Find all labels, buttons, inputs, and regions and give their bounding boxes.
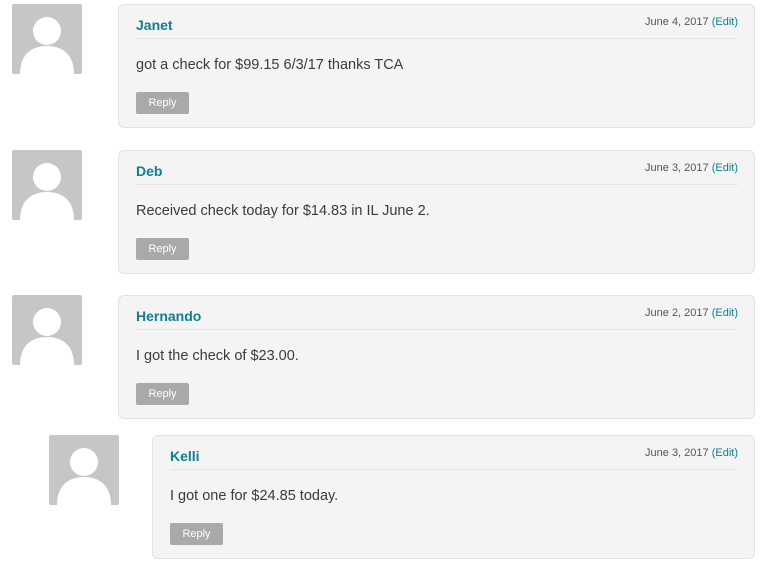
comment-date[interactable]: June 4, 2017 bbox=[645, 16, 709, 28]
comment-thread: Janet June 4, 2017 (Edit) got a check fo… bbox=[0, 0, 767, 567]
comment-meta: June 2, 2017 (Edit) bbox=[645, 307, 738, 319]
edit-link[interactable]: (Edit) bbox=[712, 447, 738, 459]
comment-text: I got one for $24.85 today. bbox=[170, 488, 339, 504]
edit-link[interactable]: (Edit) bbox=[712, 162, 738, 174]
comment-divider bbox=[170, 469, 738, 470]
edit-link[interactable]: (Edit) bbox=[712, 16, 738, 28]
reply-button[interactable]: Reply bbox=[136, 238, 189, 260]
reply-button[interactable]: Reply bbox=[136, 383, 189, 405]
comment-meta: June 3, 2017 (Edit) bbox=[645, 162, 738, 174]
comment-box: Kelli June 3, 2017 (Edit) I got one for … bbox=[152, 435, 755, 559]
comment-divider bbox=[136, 38, 738, 39]
default-avatar-icon bbox=[12, 150, 82, 220]
default-avatar-icon bbox=[12, 295, 82, 365]
reply-button[interactable]: Reply bbox=[136, 92, 189, 114]
comment-meta: June 4, 2017 (Edit) bbox=[645, 16, 738, 28]
comment-author-link[interactable]: Hernando bbox=[136, 308, 201, 324]
comment-box: Janet June 4, 2017 (Edit) got a check fo… bbox=[118, 4, 755, 128]
comment-text: Received check today for $14.83 in IL Ju… bbox=[136, 203, 430, 219]
comment-date[interactable]: June 2, 2017 bbox=[645, 307, 709, 319]
edit-link[interactable]: (Edit) bbox=[712, 307, 738, 319]
comment-text: I got the check of $23.00. bbox=[136, 348, 299, 364]
comment-divider bbox=[136, 329, 738, 330]
comment-author-link[interactable]: Kelli bbox=[170, 448, 200, 464]
comment-author-link[interactable]: Deb bbox=[136, 163, 162, 179]
comment-meta: June 3, 2017 (Edit) bbox=[645, 447, 738, 459]
comment-text: got a check for $99.15 6/3/17 thanks TCA bbox=[136, 57, 404, 73]
reply-button[interactable]: Reply bbox=[170, 523, 223, 545]
comment-date[interactable]: June 3, 2017 bbox=[645, 162, 709, 174]
default-avatar-icon bbox=[12, 4, 82, 74]
comment-box: Hernando June 2, 2017 (Edit) I got the c… bbox=[118, 295, 755, 419]
comment-box: Deb June 3, 2017 (Edit) Received check t… bbox=[118, 150, 755, 274]
comment-author-link[interactable]: Janet bbox=[136, 17, 173, 33]
comment-divider bbox=[136, 184, 738, 185]
comment-date[interactable]: June 3, 2017 bbox=[645, 447, 709, 459]
default-avatar-icon bbox=[49, 435, 119, 505]
